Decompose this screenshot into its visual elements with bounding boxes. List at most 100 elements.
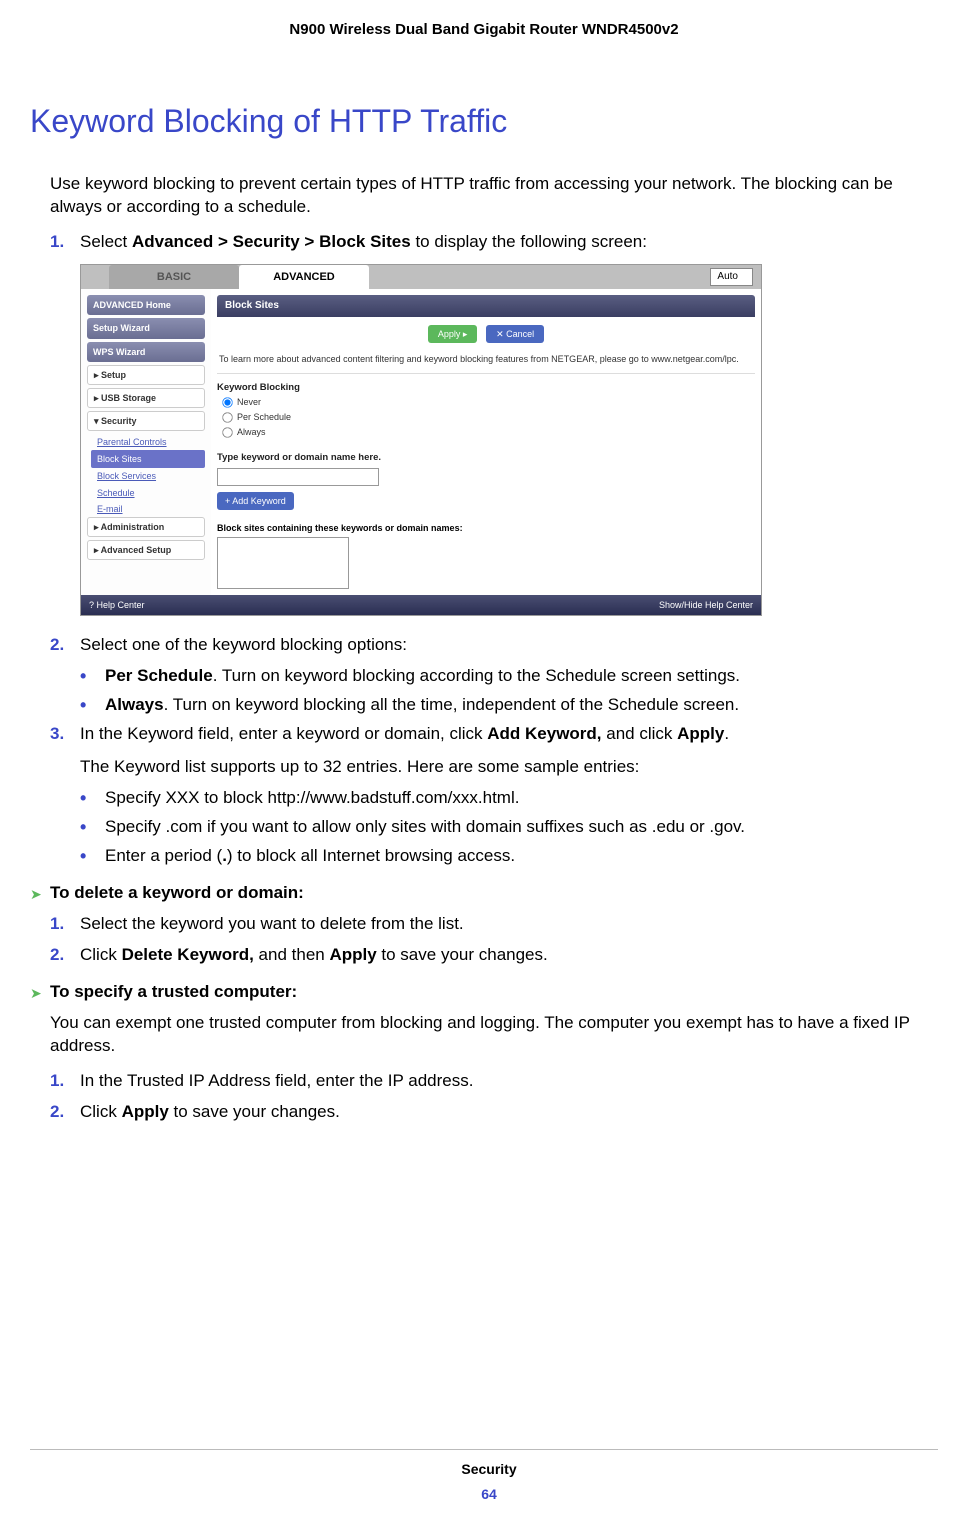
sidebar-schedule[interactable]: Schedule — [87, 485, 205, 501]
sample-2: • Specify .com if you want to allow only… — [80, 816, 938, 839]
step-number: 1. — [50, 913, 80, 936]
text: Select — [80, 232, 132, 251]
procedure-arrow-icon: ➤ — [30, 981, 50, 1004]
radio-never[interactable]: Never — [217, 395, 755, 410]
footer-page-number: 64 — [0, 1485, 978, 1504]
sample-1: • Specify XXX to block http://www.badstu… — [80, 787, 938, 810]
block-list-box[interactable] — [217, 537, 349, 589]
keyword-blocking-label: Keyword Blocking — [217, 382, 755, 395]
bullet-icon: • — [80, 787, 105, 810]
text: to save your changes. — [377, 945, 548, 964]
step-number: 1. — [50, 1070, 80, 1093]
step-number: 2. — [50, 1101, 80, 1124]
page-title: Keyword Blocking of HTTP Traffic — [30, 100, 938, 143]
step-text: In the Trusted IP Address field, enter t… — [80, 1070, 938, 1093]
sidebar-block-sites[interactable]: Block Sites — [91, 450, 205, 468]
delete-step-1: 1. Select the keyword you want to delete… — [50, 913, 938, 936]
delete-step-2: 2. Click Delete Keyword, and then Apply … — [50, 944, 938, 967]
text: and click — [602, 724, 678, 743]
main-panel: Block Sites Apply ▸ ✕ Cancel To learn mo… — [211, 289, 761, 595]
step-1: 1. Select Advanced > Security > Block Si… — [50, 231, 938, 254]
trusted-step-2: 2. Click Apply to save your changes. — [50, 1101, 938, 1124]
tab-advanced[interactable]: ADVANCED — [239, 265, 369, 289]
ui-ref: Apply — [329, 945, 376, 964]
sidebar-advanced-setup[interactable]: ▸ Advanced Setup — [87, 540, 205, 560]
sidebar-advanced-home[interactable]: ADVANCED Home — [87, 295, 205, 315]
text: and then — [254, 945, 330, 964]
radio-always[interactable]: Always — [217, 425, 755, 440]
sidebar-usb-storage[interactable]: ▸ USB Storage — [87, 388, 205, 408]
step-2: 2. Select one of the keyword blocking op… — [50, 634, 938, 657]
product-header: N900 Wireless Dual Band Gigabit Router W… — [30, 20, 938, 40]
step-number: 2. — [50, 634, 80, 657]
sidebar-email[interactable]: E-mail — [87, 501, 205, 517]
menu-path: Advanced > Security > Block Sites — [132, 232, 411, 251]
bullet-icon: • — [80, 665, 105, 688]
option-desc: . Turn on keyword blocking all the time,… — [164, 695, 740, 714]
apply-button[interactable]: Apply ▸ — [428, 325, 478, 343]
procedure-title: To delete a keyword or domain: — [50, 882, 938, 905]
procedure-arrow-icon: ➤ — [30, 882, 50, 905]
trusted-step-1: 1. In the Trusted IP Address field, ente… — [50, 1070, 938, 1093]
option-desc: . Turn on keyword blocking according to … — [213, 666, 740, 685]
cancel-button[interactable]: ✕ Cancel — [486, 325, 544, 343]
ui-ref: Apply — [122, 1102, 169, 1121]
bullet-icon: • — [80, 694, 105, 717]
procedure-delete: ➤ To delete a keyword or domain: — [30, 882, 938, 905]
type-keyword-label: Type keyword or domain name here. — [217, 452, 755, 465]
help-center-label: ? Help Center — [89, 599, 145, 611]
step-number: 3. — [50, 723, 80, 779]
text: Click — [80, 945, 122, 964]
sidebar-setup-wizard[interactable]: Setup Wizard — [87, 318, 205, 338]
option-name: Per Schedule — [105, 666, 213, 685]
bullet-per-schedule: • Per Schedule. Turn on keyword blocking… — [80, 665, 938, 688]
procedure-title: To specify a trusted computer: — [50, 981, 938, 1004]
text: Enter a period ( — [105, 846, 222, 865]
sidebar-parental-controls[interactable]: Parental Controls — [87, 434, 205, 450]
ui-ref: Delete Keyword, — [122, 945, 254, 964]
trusted-intro: You can exempt one trusted computer from… — [50, 1012, 938, 1058]
option-name: Always — [105, 695, 164, 714]
step-text: Select one of the keyword blocking optio… — [80, 634, 938, 657]
step-3: 3. In the Keyword field, enter a keyword… — [50, 723, 938, 779]
procedure-trusted: ➤ To specify a trusted computer: — [30, 981, 938, 1004]
step-number: 1. — [50, 231, 80, 254]
radio-per-schedule[interactable]: Per Schedule — [217, 410, 755, 425]
info-text: To learn more about advanced content fil… — [217, 349, 755, 374]
show-hide-help[interactable]: Show/Hide Help Center — [659, 599, 753, 611]
text: ) to block all Internet browsing access. — [227, 846, 515, 865]
keyword-input[interactable] — [217, 468, 379, 486]
bullet-icon: • — [80, 845, 105, 868]
bullet-icon: • — [80, 816, 105, 839]
auto-dropdown[interactable]: Auto — [710, 268, 753, 286]
router-ui-screenshot: BASIC ADVANCED Auto ADVANCED Home Setup … — [80, 264, 762, 616]
sidebar-block-services[interactable]: Block Services — [87, 468, 205, 484]
add-keyword-button[interactable]: + Add Keyword — [217, 492, 294, 510]
sample-text: Specify .com if you want to allow only s… — [105, 816, 938, 839]
step-text: Select the keyword you want to delete fr… — [80, 913, 938, 936]
footer-section: Security — [0, 1460, 978, 1479]
ui-ref: Add Keyword, — [487, 724, 601, 743]
step-number: 2. — [50, 944, 80, 967]
sidebar-security[interactable]: ▾ Security — [87, 411, 205, 431]
sidebar-setup[interactable]: ▸ Setup — [87, 365, 205, 385]
text: to save your changes. — [169, 1102, 340, 1121]
page-footer: Security 64 — [0, 1449, 978, 1504]
block-list-label: Block sites containing these keywords or… — [217, 522, 755, 534]
text: In the Keyword field, enter a keyword or… — [80, 724, 487, 743]
panel-title: Block Sites — [217, 295, 755, 317]
text: . — [724, 724, 729, 743]
intro-paragraph: Use keyword blocking to prevent certain … — [50, 173, 938, 219]
help-center-bar[interactable]: ? Help Center Show/Hide Help Center — [81, 595, 761, 615]
sidebar-wps-wizard[interactable]: WPS Wizard — [87, 342, 205, 362]
sample-text: Specify XXX to block http://www.badstuff… — [105, 787, 938, 810]
sidebar: ADVANCED Home Setup Wizard WPS Wizard ▸ … — [81, 289, 211, 595]
tab-basic[interactable]: BASIC — [109, 265, 239, 289]
sidebar-administration[interactable]: ▸ Administration — [87, 517, 205, 537]
sample-3: • Enter a period (.) to block all Intern… — [80, 845, 938, 868]
text: Click — [80, 1102, 122, 1121]
text: to display the following screen: — [411, 232, 647, 251]
ui-ref: Apply — [677, 724, 724, 743]
bullet-always: • Always. Turn on keyword blocking all t… — [80, 694, 938, 717]
keyword-note: The Keyword list supports up to 32 entri… — [80, 756, 938, 779]
